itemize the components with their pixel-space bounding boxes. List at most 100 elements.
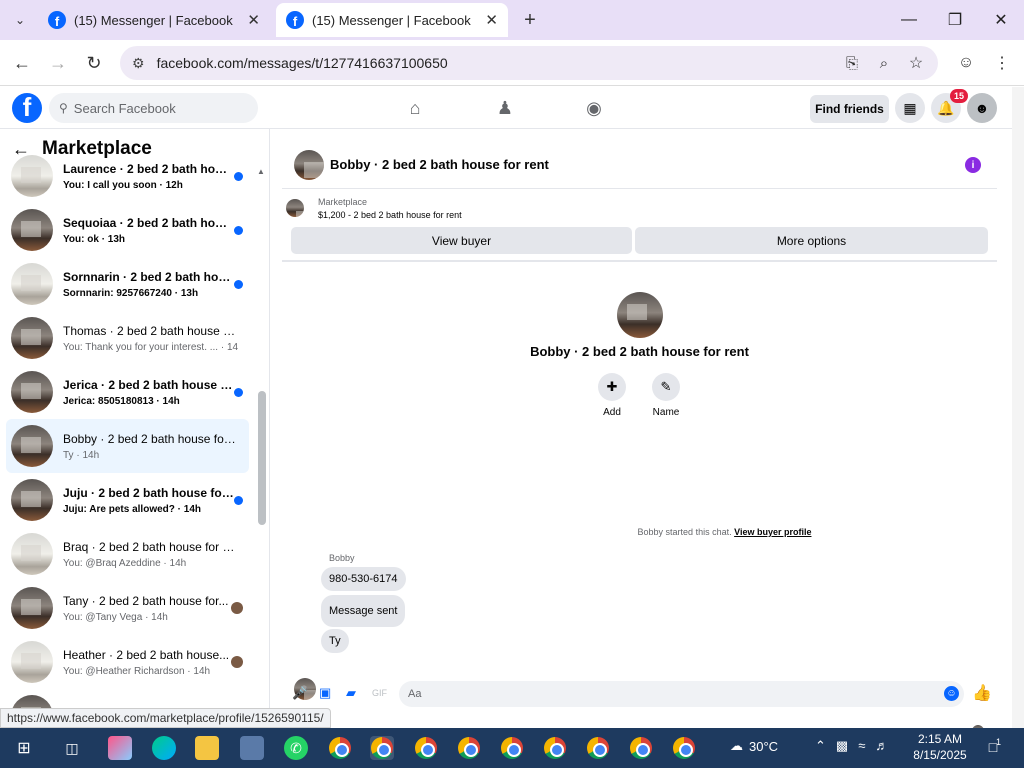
conversation-item[interactable]: Bobby · 2 bed 2 bath house for ... Ty · 1… (6, 419, 249, 473)
browser-tab-2-active[interactable]: f (15) Messenger | Facebook ✕ (276, 3, 508, 37)
temperature: 30°C (749, 738, 779, 754)
profile-avatar[interactable] (617, 292, 663, 338)
view-buyer-button[interactable]: View buyer (291, 227, 632, 254)
conversation-thumbnail (11, 209, 53, 251)
emoji-icon[interactable]: ☺ (944, 686, 959, 701)
sidebar-scrollbar[interactable] (258, 391, 266, 525)
conversation-item[interactable]: Heather · 2 bed 2 bath house... You: @Hea… (6, 635, 249, 689)
weather-widget[interactable]: ☁ 30°C (730, 738, 778, 754)
edge-icon[interactable] (152, 736, 176, 760)
close-window-icon[interactable]: ✕ (978, 0, 1024, 40)
view-buyer-profile-link[interactable]: View buyer profile (734, 527, 811, 537)
sticker-icon[interactable]: ▰ (346, 685, 356, 701)
friends-icon[interactable]: ♟ (485, 93, 525, 123)
file-explorer-icon[interactable] (195, 736, 219, 760)
close-tab-icon[interactable]: ✕ (247, 11, 260, 29)
listing-title[interactable]: $1,200 - 2 bed 2 bath house for rent (318, 210, 462, 220)
facebook-favicon-icon: f (286, 11, 304, 29)
profile-icon[interactable]: ☺ (951, 48, 981, 78)
conversation-name: Thomas · 2 bed 2 bath house fo... (63, 323, 238, 338)
network-icon[interactable]: ▩ (836, 738, 858, 753)
whatsapp-icon[interactable]: ✆ (284, 736, 308, 760)
conversation-item[interactable]: Sequoiaa · 2 bed 2 bath hous... You: ok ·… (6, 203, 249, 257)
volume-icon[interactable]: ♬ (875, 738, 898, 753)
chevron-up-icon[interactable]: ⌃ (815, 738, 836, 753)
conversation-item[interactable]: Laurence · 2 bed 2 bath hous... You: I ca… (6, 149, 249, 203)
groups-icon[interactable]: ◉ (574, 93, 614, 123)
chrome-icon[interactable] (672, 736, 696, 760)
conversation-item[interactable]: Jerica · 2 bed 2 bath house fo... Jerica:… (6, 365, 249, 419)
chrome-icon[interactable] (370, 736, 394, 760)
marketplace-listing-bar: Marketplace $1,200 - 2 bed 2 bath house … (282, 190, 997, 262)
install-app-icon[interactable]: ⎘ (837, 48, 867, 78)
account-avatar[interactable]: ☻ (967, 93, 997, 123)
conversation-thumbnail (11, 533, 53, 575)
message-bubble[interactable]: 980-530-6174 (321, 567, 406, 591)
conversation-item[interactable]: Braq · 2 bed 2 bath house for re... You: … (6, 527, 249, 581)
chrome-icon[interactable] (457, 736, 481, 760)
conversation-item[interactable]: Sornnarin · 2 bed 2 bath hous... Sornnari… (6, 257, 249, 311)
back-arrow-icon[interactable]: ← (7, 48, 37, 78)
conversation-thumbnail (11, 263, 53, 305)
conversation-item[interactable]: Juju · 2 bed 2 bath house for r... Juju: … (6, 473, 249, 527)
address-bar[interactable]: ⚙ facebook.com/messages/t/12774166371006… (120, 46, 938, 80)
name-label: Name (652, 407, 680, 418)
chrome-icon[interactable] (629, 736, 653, 760)
site-settings-icon[interactable]: ⚙ (132, 55, 145, 72)
scroll-up-arrow-icon[interactable]: ▲ (257, 167, 265, 176)
add-label: Add (603, 407, 621, 418)
conversation-item[interactable]: Thomas · 2 bed 2 bath house fo... You: Th… (6, 311, 249, 365)
chrome-icon[interactable] (586, 736, 610, 760)
close-tab-icon[interactable]: ✕ (485, 11, 498, 29)
restore-icon[interactable]: ❐ (932, 0, 978, 40)
add-button[interactable]: ✚ Add (592, 373, 632, 418)
chrome-icon[interactable] (328, 736, 352, 760)
chat-avatar[interactable] (294, 149, 324, 180)
reload-icon[interactable]: ↻ (79, 48, 109, 78)
conversation-preview: Juju: Are pets allowed? · 14h (63, 503, 201, 515)
add-user-icon: ✚ (598, 373, 626, 401)
chrome-icon[interactable] (500, 736, 524, 760)
bookmark-star-icon[interactable]: ☆ (901, 48, 931, 78)
unread-dot-icon (234, 225, 243, 235)
chat-title[interactable]: Bobby · 2 bed 2 bath house for rent (330, 157, 549, 172)
chrome-icon[interactable] (414, 736, 438, 760)
browser-tab-1[interactable]: f (15) Messenger | Facebook ✕ (38, 3, 270, 37)
forward-arrow-icon[interactable]: → (43, 48, 73, 78)
facebook-search-input[interactable]: ⚲ Search Facebook (49, 93, 258, 123)
pencil-icon: ✎ (652, 373, 680, 401)
photo-icon[interactable]: ▣ (319, 685, 331, 701)
system-clock[interactable]: 2:15 AM 8/15/2025 (905, 731, 975, 763)
page-scrollbar[interactable] (1012, 87, 1024, 728)
thumbs-up-icon[interactable]: 👍 (972, 683, 992, 703)
gif-icon[interactable]: GIF (372, 688, 387, 698)
message-bubble[interactable]: Message sent (321, 595, 406, 627)
conversation-text: Thomas · 2 bed 2 bath house fo... You: Th… (63, 324, 238, 353)
home-icon[interactable]: ⌂ (395, 93, 435, 123)
copilot-icon[interactable] (108, 736, 132, 760)
chrome-icon[interactable] (543, 736, 567, 760)
chat-header: Bobby · 2 bed 2 bath house for rent (282, 141, 997, 189)
message-input[interactable]: Aa (399, 681, 964, 707)
find-friends-button[interactable]: Find friends (810, 95, 889, 123)
message-bubble[interactable]: Ty (321, 629, 349, 653)
task-view-icon[interactable]: ◫ (60, 736, 84, 760)
tab-search-chevron-icon[interactable]: ⌄ (5, 5, 35, 35)
cloud-icon: ☁ (730, 738, 743, 753)
browser-menu-icon[interactable]: ⋮ (987, 48, 1017, 78)
microphone-icon[interactable]: 🎤 (292, 685, 308, 701)
zoom-icon[interactable]: ⌕ (869, 48, 899, 78)
wifi-icon[interactable]: ≈ (858, 738, 875, 753)
windows-start-icon[interactable]: ⊞ (12, 736, 36, 760)
listing-thumbnail[interactable] (286, 199, 304, 217)
name-button[interactable]: ✎ Name (646, 373, 686, 418)
more-options-button[interactable]: More options (635, 227, 988, 254)
facebook-logo-icon[interactable]: f (12, 93, 42, 123)
started-text: Bobby started this chat. (637, 527, 732, 537)
info-icon[interactable]: i (965, 157, 981, 173)
conversation-item[interactable]: Tany · 2 bed 2 bath house for... You: @Ta… (6, 581, 249, 635)
menu-grid-icon[interactable]: ▦ (895, 93, 925, 123)
app-icon[interactable] (240, 736, 264, 760)
minimize-icon[interactable]: — (886, 0, 932, 40)
new-tab-plus-icon[interactable]: + (515, 5, 545, 35)
